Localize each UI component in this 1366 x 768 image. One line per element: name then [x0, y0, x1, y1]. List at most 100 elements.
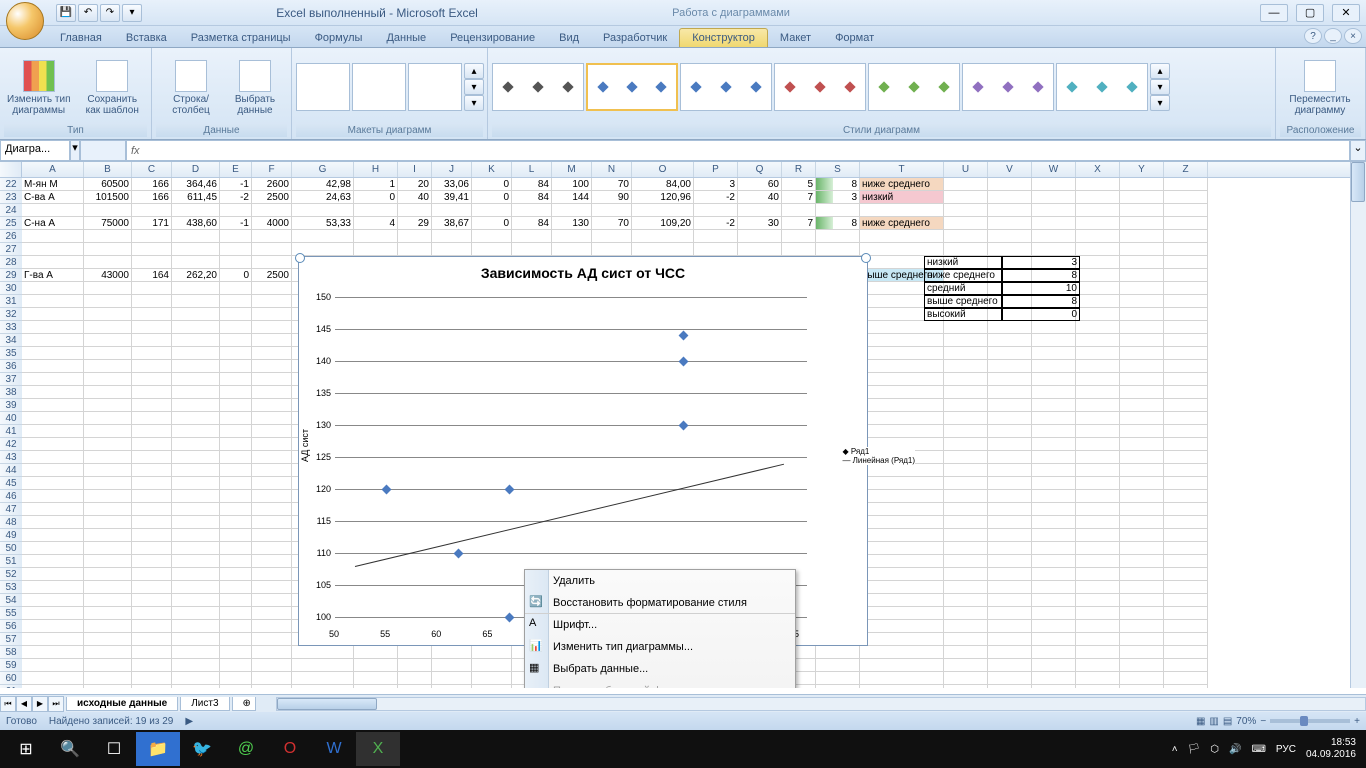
cell[interactable] — [1120, 204, 1164, 217]
cell[interactable] — [172, 308, 220, 321]
context-menu-item[interactable]: 🔄Восстановить форматирование стиля — [525, 592, 795, 614]
cell[interactable] — [172, 516, 220, 529]
new-sheet-button[interactable]: ⊕ — [232, 697, 256, 711]
cell[interactable] — [132, 477, 172, 490]
cell[interactable] — [398, 672, 432, 685]
cell[interactable] — [1076, 230, 1120, 243]
cell[interactable] — [1120, 568, 1164, 581]
cell[interactable] — [220, 464, 252, 477]
switch-row-column-button[interactable]: Строка/столбец — [156, 56, 226, 118]
data-point[interactable] — [678, 357, 688, 367]
data-point[interactable] — [382, 485, 392, 495]
cell[interactable]: 120,96 — [632, 191, 694, 204]
column-header[interactable]: R — [782, 162, 816, 177]
cell[interactable] — [22, 321, 84, 334]
cell[interactable] — [292, 204, 354, 217]
cell[interactable] — [1120, 334, 1164, 347]
tab-home[interactable]: Главная — [48, 29, 114, 47]
cell[interactable] — [172, 594, 220, 607]
cell[interactable] — [1164, 529, 1208, 542]
cell[interactable] — [252, 581, 292, 594]
cell[interactable] — [1032, 568, 1076, 581]
cell[interactable]: 0 — [220, 269, 252, 282]
cell[interactable] — [172, 646, 220, 659]
cell[interactable] — [432, 646, 472, 659]
cell[interactable] — [220, 412, 252, 425]
cell[interactable]: 1 — [354, 178, 398, 191]
cell[interactable] — [172, 633, 220, 646]
cell[interactable] — [552, 204, 592, 217]
cell[interactable] — [988, 555, 1032, 568]
cell[interactable] — [988, 620, 1032, 633]
cell[interactable] — [132, 256, 172, 269]
cell[interactable] — [1032, 243, 1076, 256]
context-menu-item[interactable]: ▦Выбрать данные... — [525, 658, 795, 680]
row-header[interactable]: 27 — [0, 243, 22, 256]
cell[interactable] — [84, 399, 132, 412]
cell[interactable] — [22, 503, 84, 516]
cell[interactable] — [220, 308, 252, 321]
cell[interactable] — [988, 685, 1032, 688]
row-header[interactable]: 38 — [0, 386, 22, 399]
cell[interactable] — [252, 464, 292, 477]
context-menu-item[interactable]: AШрифт... — [525, 614, 795, 636]
cell[interactable] — [132, 581, 172, 594]
cell[interactable] — [22, 425, 84, 438]
cell[interactable]: 0 — [472, 178, 512, 191]
cell[interactable] — [132, 555, 172, 568]
cell[interactable] — [220, 321, 252, 334]
cell[interactable] — [22, 620, 84, 633]
cell[interactable] — [22, 230, 84, 243]
cell[interactable] — [132, 282, 172, 295]
cell[interactable] — [1076, 620, 1120, 633]
cell[interactable]: 70 — [592, 217, 632, 230]
cell[interactable] — [22, 360, 84, 373]
cell[interactable]: ниже среднего — [860, 178, 944, 191]
cell[interactable] — [988, 334, 1032, 347]
cell[interactable] — [988, 386, 1032, 399]
row-header[interactable]: 40 — [0, 412, 22, 425]
cell[interactable] — [84, 464, 132, 477]
cell[interactable] — [1120, 451, 1164, 464]
cell[interactable] — [1164, 425, 1208, 438]
cell[interactable]: 100 — [552, 178, 592, 191]
cell[interactable] — [252, 230, 292, 243]
cell[interactable] — [132, 412, 172, 425]
layout-scroll-down[interactable]: ▾ — [464, 79, 484, 95]
cell[interactable] — [84, 659, 132, 672]
cell[interactable] — [1076, 542, 1120, 555]
cell[interactable] — [252, 282, 292, 295]
style-preset-4[interactable] — [774, 63, 866, 111]
cell[interactable] — [132, 347, 172, 360]
cell[interactable] — [1032, 438, 1076, 451]
cell[interactable] — [1164, 516, 1208, 529]
search-button[interactable]: 🔍 — [48, 732, 92, 766]
cell[interactable] — [22, 243, 84, 256]
cell[interactable] — [1032, 529, 1076, 542]
cell[interactable] — [22, 334, 84, 347]
cell[interactable] — [592, 230, 632, 243]
cell[interactable] — [1032, 633, 1076, 646]
cell[interactable] — [252, 685, 292, 688]
cell[interactable] — [252, 386, 292, 399]
cell[interactable]: 40 — [398, 191, 432, 204]
cell[interactable] — [132, 399, 172, 412]
cell[interactable] — [860, 373, 944, 386]
row-header[interactable]: 60 — [0, 672, 22, 685]
cell[interactable] — [84, 516, 132, 529]
cell[interactable] — [1120, 685, 1164, 688]
layout-preset-1[interactable] — [296, 63, 350, 111]
row-header[interactable]: 43 — [0, 451, 22, 464]
start-button[interactable]: ⊞ — [4, 732, 48, 766]
column-header[interactable]: A — [22, 162, 84, 177]
cell[interactable] — [944, 373, 988, 386]
macro-icon[interactable]: ▶ — [185, 716, 193, 727]
cell[interactable] — [1076, 568, 1120, 581]
row-header[interactable]: 55 — [0, 607, 22, 620]
cell[interactable]: ниже среднего — [860, 217, 944, 230]
select-data-button[interactable]: Выбрать данные — [230, 56, 280, 118]
cell[interactable] — [252, 399, 292, 412]
cell[interactable] — [1164, 672, 1208, 685]
cell[interactable] — [22, 685, 84, 688]
cell[interactable] — [1032, 321, 1076, 334]
